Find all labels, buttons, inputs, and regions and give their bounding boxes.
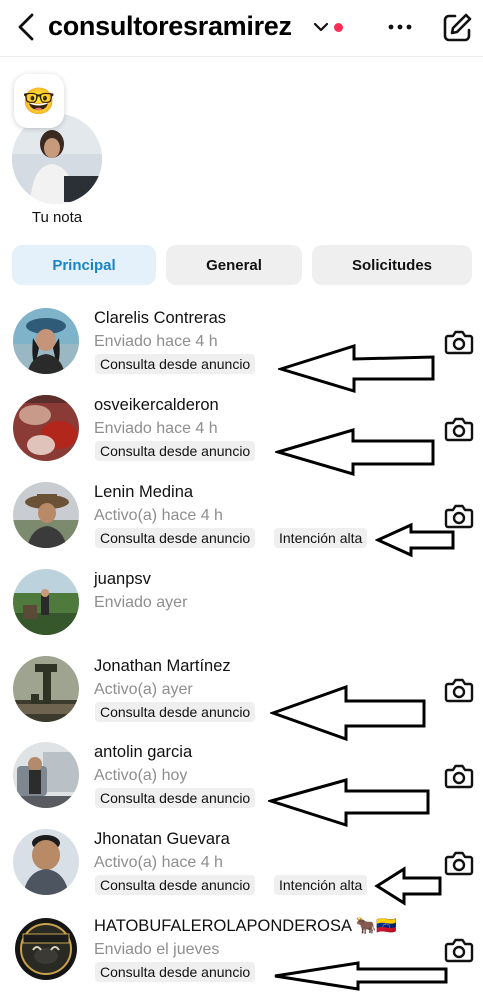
- camera-icon[interactable]: [444, 762, 474, 790]
- contact-status: Activo(a) hoy: [94, 767, 188, 784]
- high-intent-badge: Intención alta: [274, 528, 368, 548]
- annotation-arrow: [275, 427, 437, 477]
- unread-dot: [334, 23, 343, 32]
- annotation-arrow: [270, 684, 428, 742]
- high-intent-badge: Intención alta: [274, 875, 368, 895]
- ad-inquiry-badge: Consulta desde anuncio: [95, 441, 256, 461]
- note-label: Tu nota: [31, 209, 83, 226]
- contact-name: osveikercalderon: [94, 396, 219, 414]
- ad-inquiry-badge: Consulta desde anuncio: [95, 962, 256, 982]
- conversation-row[interactable]: HATOBUFALEROLAPONDEROSA 🐂🇻🇪 Enviado el j…: [0, 916, 483, 993]
- ad-inquiry-badge: Consulta desde anuncio: [95, 528, 256, 548]
- tab-principal[interactable]: Principal: [12, 245, 156, 285]
- camera-icon[interactable]: [444, 328, 474, 356]
- ad-inquiry-badge: Consulta desde anuncio: [95, 354, 256, 374]
- contact-name: HATOBUFALEROLAPONDEROSA 🐂🇻🇪: [94, 917, 397, 935]
- camera-icon[interactable]: [444, 936, 474, 964]
- conversation-row[interactable]: Lenin Medina Activo(a) hace 4 h Consulta…: [0, 482, 483, 568]
- avatar: [13, 308, 79, 374]
- ad-inquiry-badge: Consulta desde anuncio: [95, 788, 256, 808]
- ad-inquiry-badge: Consulta desde anuncio: [95, 875, 256, 895]
- header-divider: [0, 56, 483, 57]
- conversation-row[interactable]: osveikercalderon Enviado hace 4 h Consul…: [0, 395, 483, 481]
- tab-general[interactable]: General: [166, 245, 302, 285]
- contact-status: Activo(a) ayer: [94, 681, 193, 698]
- account-switch-chevron-icon[interactable]: [313, 20, 329, 34]
- contact-name: Jonathan Martínez: [94, 657, 231, 675]
- tab-solicitudes[interactable]: Solicitudes: [312, 245, 472, 285]
- conversation-row[interactable]: Clarelis Contreras Enviado hace 4 h Cons…: [0, 308, 483, 394]
- back-chevron-icon[interactable]: [14, 12, 40, 42]
- contact-status: Activo(a) hace 4 h: [94, 854, 223, 871]
- conversation-row[interactable]: juanpsv Enviado ayer: [0, 569, 483, 655]
- compose-icon[interactable]: [441, 10, 473, 44]
- camera-icon[interactable]: [444, 849, 474, 877]
- contact-name: juanpsv: [94, 570, 151, 588]
- conversation-row[interactable]: Jhonatan Guevara Activo(a) hace 4 h Cons…: [0, 829, 483, 915]
- contact-status: Activo(a) hace 4 h: [94, 507, 223, 524]
- avatar: [13, 395, 79, 461]
- contact-name: Lenin Medina: [94, 483, 194, 501]
- avatar: [13, 656, 79, 722]
- contact-name: Jhonatan Guevara: [94, 830, 230, 848]
- contact-name: Clarelis Contreras: [94, 309, 227, 327]
- note-bubble[interactable]: 🤓: [14, 74, 64, 128]
- annotation-arrow: [268, 777, 432, 829]
- avatar: [13, 829, 79, 895]
- camera-icon[interactable]: [444, 676, 474, 704]
- avatar: [13, 569, 79, 635]
- contact-name: antolin garcia: [94, 743, 193, 761]
- annotation-arrow: [278, 344, 438, 394]
- annotation-arrow: [272, 960, 450, 992]
- more-horizontal-icon[interactable]: [386, 16, 414, 38]
- top-bar: consultoresramirez: [0, 0, 483, 56]
- contact-status: Enviado hace 4 h: [94, 333, 218, 350]
- nerd-face-emoji: 🤓: [22, 86, 56, 116]
- camera-icon[interactable]: [444, 415, 474, 443]
- avatar: [13, 482, 79, 548]
- contact-status: Enviado el jueves: [94, 941, 220, 958]
- contact-status: Enviado ayer: [94, 594, 188, 611]
- conversation-row[interactable]: antolin garcia Activo(a) hoy Consulta de…: [0, 742, 483, 828]
- contact-status: Enviado hace 4 h: [94, 420, 218, 437]
- camera-icon[interactable]: [444, 502, 474, 530]
- annotation-arrow: [374, 866, 444, 906]
- avatar: [13, 916, 79, 982]
- avatar: [13, 742, 79, 808]
- account-title[interactable]: consultoresramirez: [48, 11, 292, 42]
- conversation-row[interactable]: Jonathan Martínez Activo(a) ayer Consult…: [0, 656, 483, 742]
- ad-inquiry-badge: Consulta desde anuncio: [95, 702, 256, 722]
